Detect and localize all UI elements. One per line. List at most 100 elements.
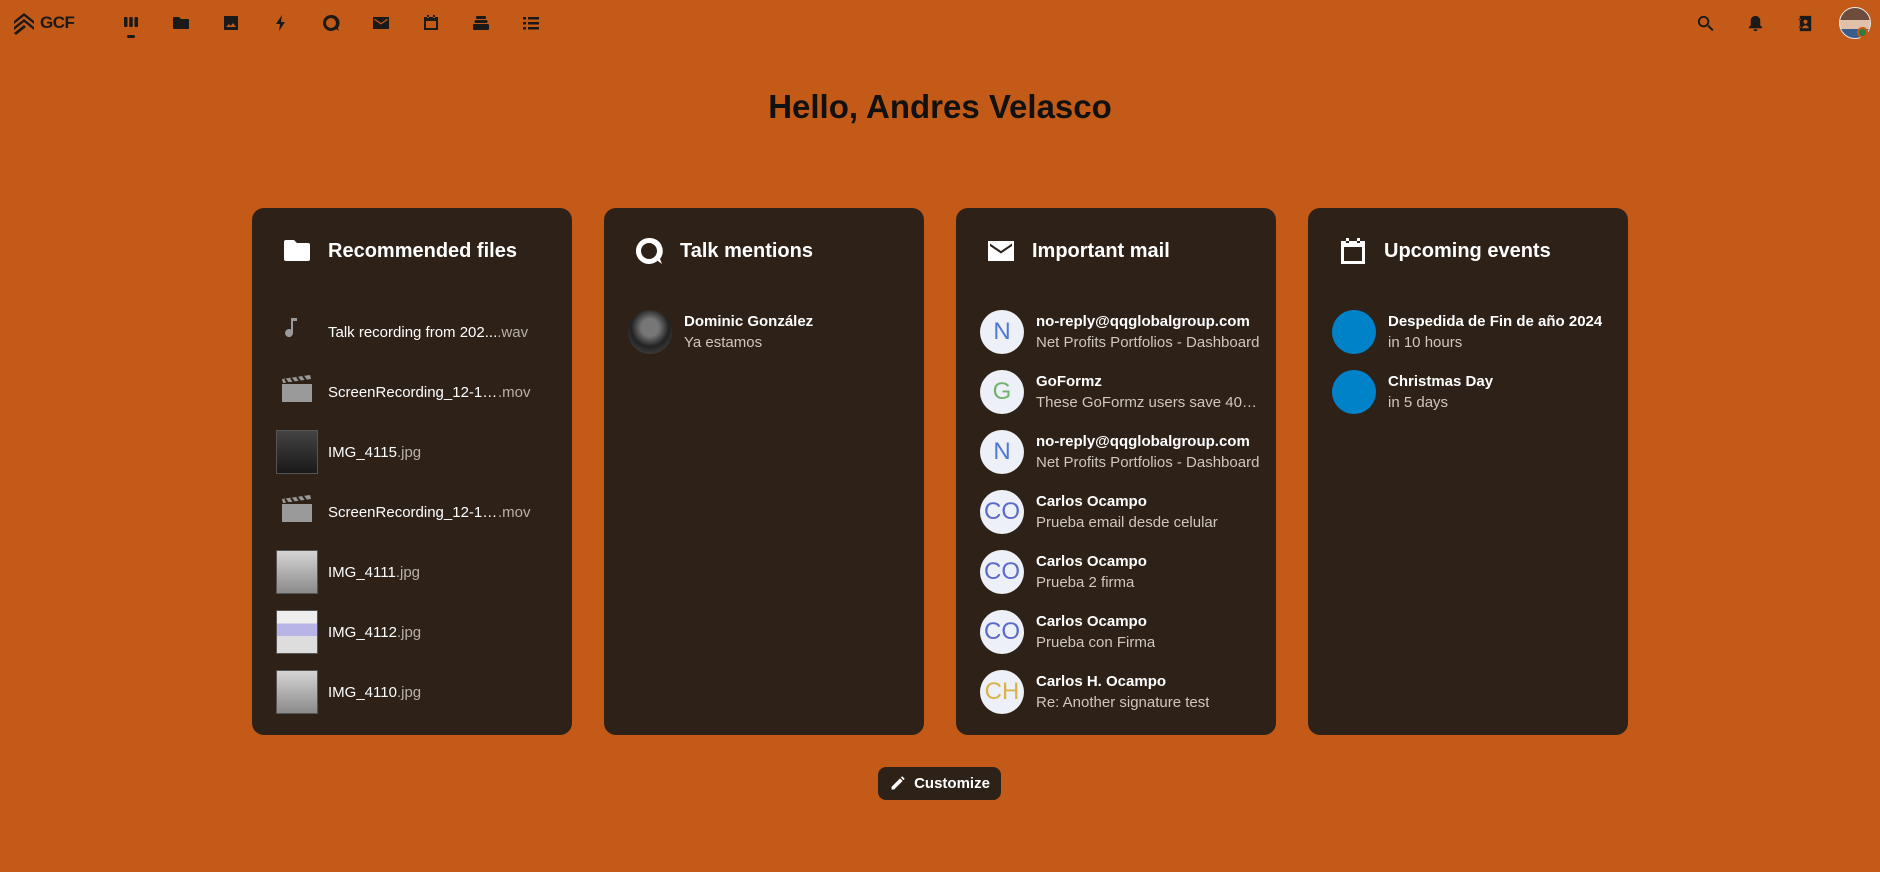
file-extension: .mov [498,503,531,521]
event-text: Despedida de Fin de año 2024 in 10 hours [1388,311,1602,353]
event-item[interactable]: Despedida de Fin de año 2024 in 10 hours [1332,302,1612,362]
event-time: in 5 days [1388,394,1449,411]
file-item[interactable]: ScreenRecording_12-19... .mov [276,362,556,422]
calendar-color-dot [1332,370,1376,414]
customize-button[interactable]: Customize [878,767,1001,800]
event-time: in 10 hours [1388,334,1463,351]
user-menu[interactable] [1830,0,1880,46]
mail-sender: Carlos Ocampo [1036,493,1147,510]
image-thumbnail [276,550,318,594]
file-item[interactable]: IMG_4115 .jpg [276,422,556,482]
event-item[interactable]: Christmas Day in 5 days [1332,362,1612,422]
mail-item[interactable]: CO Carlos Ocampo Prueba email desde celula… [980,482,1260,542]
mention-item[interactable]: Dominic González Ya estamos [628,302,908,362]
widget-title: Important mail [1032,239,1170,262]
folder-icon [284,240,310,261]
file-basename: IMG_4111 [328,563,396,581]
folder-icon [173,17,189,29]
mail-sender: Carlos H. Ocampo [1036,673,1167,690]
widget-title: Upcoming events [1384,239,1551,262]
nav-activity[interactable] [256,0,306,46]
greeting-title: Hello, Andres Velasco [768,88,1112,125]
file-item[interactable]: IMG_4110 .jpg [276,662,556,722]
calendar-icon [1341,238,1365,264]
file-basename: IMG_4115 [328,443,397,461]
mail-subject: Prueba email desde celular [1036,514,1218,531]
widget-header: Upcoming events [1338,236,1551,266]
mentions-list: Dominic González Ya estamos [628,302,908,362]
video-icon [282,375,312,402]
brand-logo[interactable]: GCF [12,8,75,38]
search-icon [1697,15,1714,31]
file-basename: IMG_4110 [328,683,397,701]
nav-photos[interactable] [206,0,256,46]
mail-sender: GoFormz [1036,373,1102,390]
nav-files[interactable] [156,0,206,46]
bell-icon [1748,15,1762,31]
sender-avatar: CH [980,670,1024,714]
file-extension: .jpg [395,563,421,581]
mail-icon [988,241,1014,261]
file-name: ScreenRecording_12-19... .mov [328,504,531,521]
image-thumbnail [276,670,318,714]
nav-deck[interactable] [456,0,506,46]
file-basename: Talk recording from 202... [328,323,498,341]
contacts-icon [1798,15,1811,31]
talk-icon [635,237,663,264]
dashboard-icon [124,17,138,27]
video-icon [282,495,312,522]
file-thumbnail [276,310,318,354]
file-item[interactable]: IMG_4111 .jpg [276,542,556,602]
customize-label: Customize [914,775,990,792]
sender-avatar: N [980,430,1024,474]
mail-sender: Carlos Ocampo [1036,613,1147,630]
file-name: ScreenRecording_12-19... .mov [328,384,531,401]
widget-header: Recommended files [282,236,517,266]
upcoming-events-widget: Upcoming events Despedida de Fin de año … [1308,208,1628,735]
event-name: Despedida de Fin de año 2024 [1388,313,1603,330]
nav-tasks[interactable] [506,0,556,46]
header-right [1680,0,1880,46]
nav-talk[interactable] [306,0,356,46]
file-name: IMG_4111 .jpg [328,564,420,581]
nav-calendar[interactable] [406,0,456,46]
image-thumbnail [276,430,318,474]
recommended-files-widget: Recommended files Talk recording from 20… [252,208,572,735]
mention-author: Dominic González [684,313,814,330]
mail-item[interactable]: Nno-reply@qqglobalgroup.com Net Profits P… [980,422,1260,482]
file-basename: IMG_4112 [328,623,397,641]
mail-subject: Net Profits Portfolios - Dashboard [1036,334,1260,351]
mail-item[interactable]: CH Carlos H. Ocampo Re: Another signature … [980,662,1260,722]
file-item[interactable]: IMG_4112 .jpg [276,602,556,662]
file-extension: .jpg [396,443,422,461]
mail-item[interactable]: CO Carlos Ocampo Prueba 2 firma [980,542,1260,602]
file-item[interactable]: Talk recording from 202... .wav [276,302,556,362]
mail-item[interactable]: CO Carlos Ocampo Prueba con Firma [980,602,1260,662]
app-navigation [106,0,556,46]
nav-mail[interactable] [356,0,406,46]
mail-sender: no-reply@qqglobalgroup.com [1036,433,1250,450]
mail-subject: Prueba con Firma [1036,634,1156,651]
list-icon [523,17,539,30]
file-thumbnail [276,490,318,534]
nav-dashboard[interactable] [106,0,156,46]
mail-item[interactable]: Nno-reply@qqglobalgroup.com Net Profits P… [980,302,1260,362]
mail-sender: Carlos Ocampo [1036,553,1147,570]
mail-text: no-reply@qqglobalgroup.com Net Profits Po… [1036,311,1259,353]
event-name: Christmas Day [1388,373,1494,390]
sender-avatar: G [980,370,1024,414]
contacts-button[interactable] [1780,0,1830,46]
file-item[interactable]: ScreenRecording_12-19... .mov [276,482,556,542]
search-button[interactable] [1680,0,1730,46]
events-list: Despedida de Fin de año 2024 in 10 hours C… [1332,302,1612,422]
calendar-icon [424,15,438,30]
lightning-icon [276,15,285,31]
image-thumbnail [276,610,318,654]
widget-header: Talk mentions [634,236,813,266]
mail-sender: no-reply@qqglobalgroup.com [1036,313,1250,330]
mail-item[interactable]: G GoFormz These GoFormz users save 40+ hou… [980,362,1260,422]
mail-icon [373,17,389,29]
mail-subject: Net Profits Portfolios - Dashboard [1036,454,1260,471]
notifications-button[interactable] [1730,0,1780,46]
mail-text: Carlos Ocampo Prueba 2 firma [1036,551,1147,593]
